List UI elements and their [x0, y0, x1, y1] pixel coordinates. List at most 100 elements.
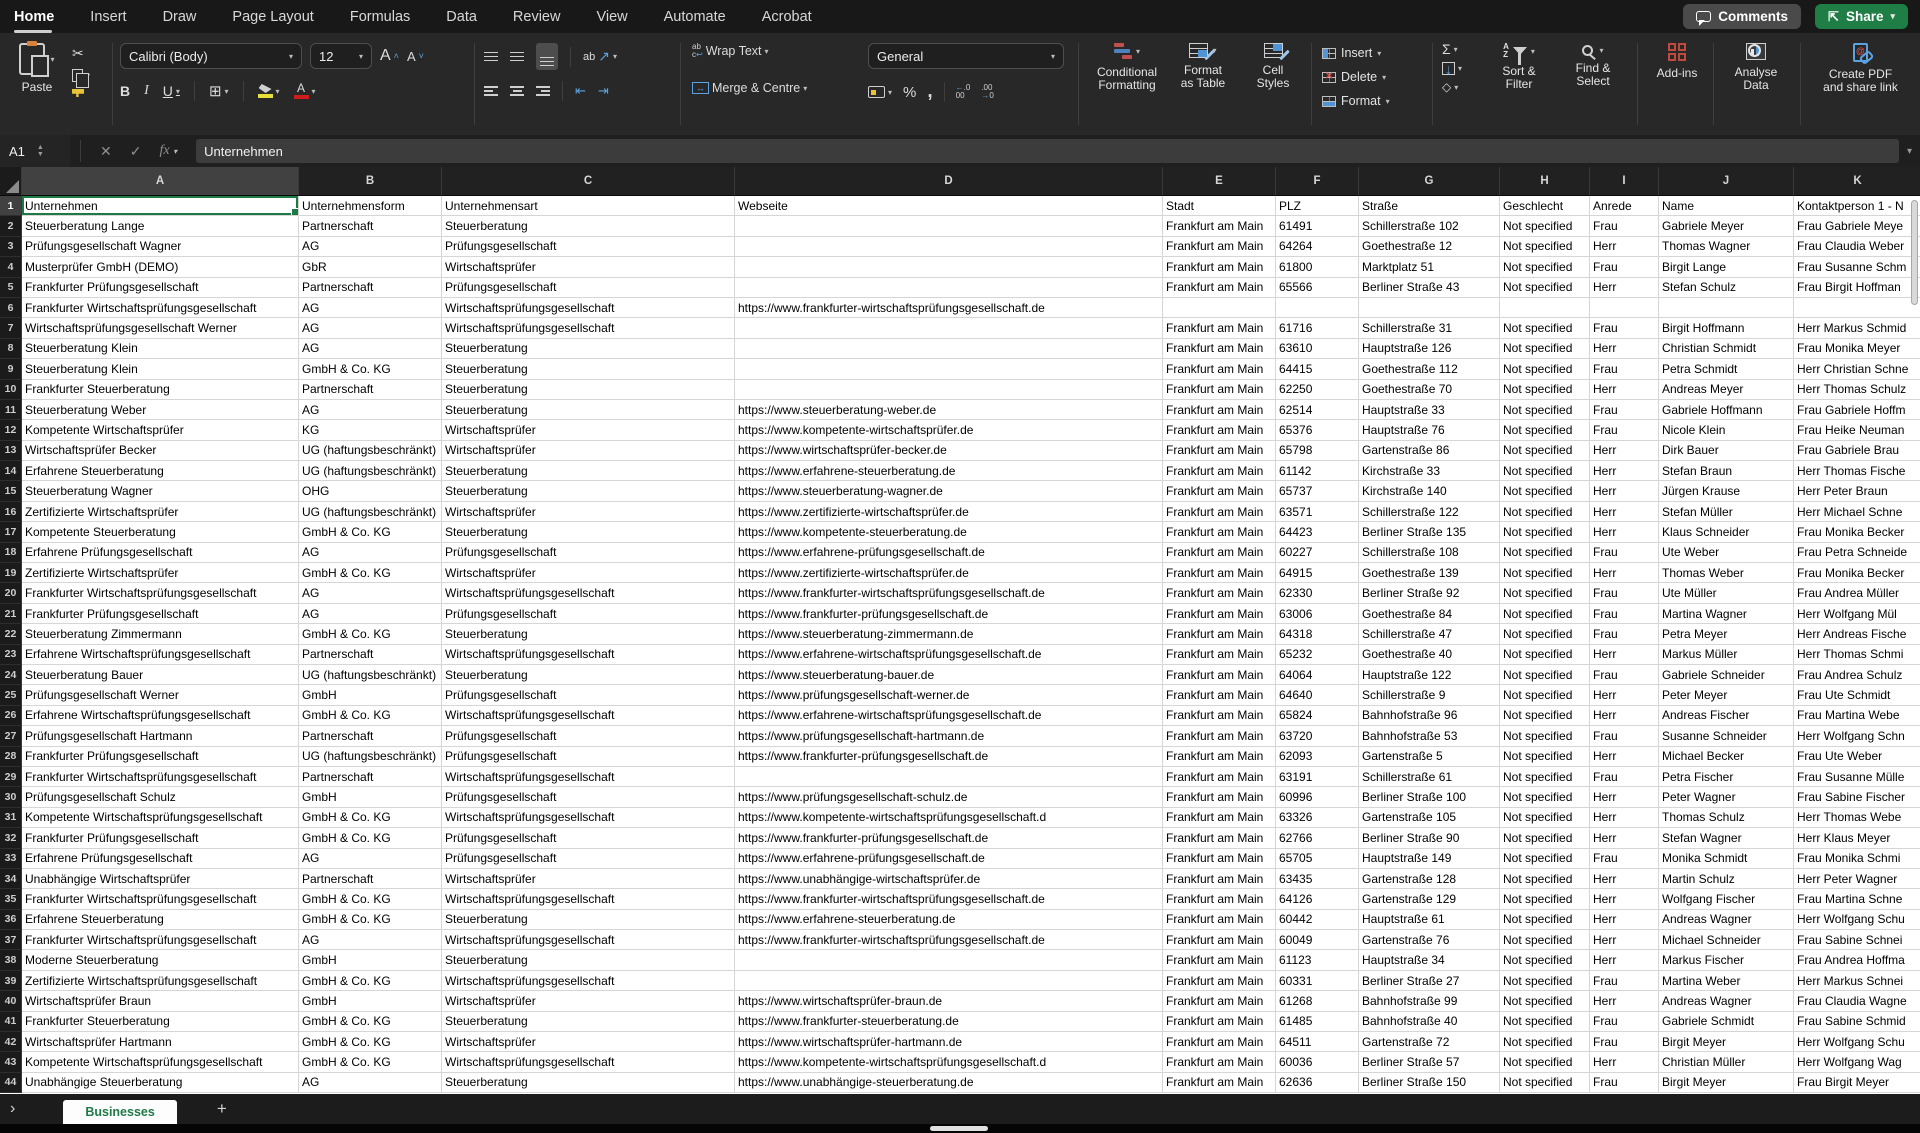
column-header-G[interactable]: G [1359, 167, 1500, 196]
cell-K42[interactable]: Herr Wolfgang Schu [1794, 1032, 1920, 1052]
cell-E23[interactable]: Frankfurt am Main [1163, 645, 1276, 665]
row-header-22[interactable]: 22 [0, 624, 22, 644]
cell-D34[interactable]: https://www.unabhängige-wirtschaftsprüfe… [735, 869, 1163, 889]
cell-A40[interactable]: Wirtschaftsprüfer Braun [22, 991, 299, 1011]
cell-D41[interactable]: https://www.frankfurter-steuerberatung.d… [735, 1012, 1163, 1032]
cell-D28[interactable]: https://www.frankfurter-prüfungsgesellsc… [735, 747, 1163, 767]
row-header-10[interactable]: 10 [0, 380, 22, 400]
format-cells-button[interactable]: Format▾ [1322, 89, 1428, 113]
cell-F32[interactable]: 62766 [1276, 828, 1359, 848]
cell-C35[interactable]: Wirtschaftsprüfungsgesellschaft [442, 889, 735, 909]
cell-I40[interactable]: Herr [1590, 991, 1659, 1011]
cell-I23[interactable]: Herr [1590, 645, 1659, 665]
column-header-H[interactable]: H [1500, 167, 1590, 196]
cell-H21[interactable]: Not specified [1500, 604, 1590, 624]
ribbon-tab-acrobat[interactable]: Acrobat [762, 9, 812, 25]
increase-font-button[interactable]: A˄ [380, 47, 399, 65]
cell-J42[interactable]: Birgit Meyer [1659, 1032, 1794, 1052]
cell-K21[interactable]: Herr Wolfgang Mül [1794, 604, 1920, 624]
row-header-33[interactable]: 33 [0, 849, 22, 869]
row-header-32[interactable]: 32 [0, 828, 22, 848]
delete-cells-button[interactable]: Delete▾ [1322, 65, 1428, 89]
row-header-44[interactable]: 44 [0, 1073, 22, 1093]
cell-K16[interactable]: Herr Michael Schne [1794, 502, 1920, 522]
cell-K13[interactable]: Frau Gabriele Brau [1794, 441, 1920, 461]
cell-C18[interactable]: Prüfungsgesellschaft [442, 543, 735, 563]
cell-H3[interactable]: Not specified [1500, 237, 1590, 257]
cell-C5[interactable]: Prüfungsgesellschaft [442, 278, 735, 298]
cell-J18[interactable]: Ute Weber [1659, 543, 1794, 563]
cell-E39[interactable]: Frankfurt am Main [1163, 971, 1276, 991]
cell-C40[interactable]: Wirtschaftsprüfer [442, 991, 735, 1011]
cell-K8[interactable]: Frau Monika Meyer [1794, 339, 1920, 359]
font-name-select[interactable]: Calibri (Body)▾ [120, 43, 302, 69]
cell-D19[interactable]: https://www.zertifizierte-wirtschaftsprü… [735, 563, 1163, 583]
cell-H41[interactable]: Not specified [1500, 1012, 1590, 1032]
cell-H42[interactable]: Not specified [1500, 1032, 1590, 1052]
row-header-41[interactable]: 41 [0, 1012, 22, 1032]
cell-E27[interactable]: Frankfurt am Main [1163, 726, 1276, 746]
cell-I39[interactable]: Frau [1590, 971, 1659, 991]
number-format-select[interactable]: General▾ [868, 43, 1064, 69]
cell-H32[interactable]: Not specified [1500, 828, 1590, 848]
cell-D5[interactable] [735, 278, 1163, 298]
sheet-tab-businesses[interactable]: Businesses [63, 1100, 176, 1124]
cell-C30[interactable]: Prüfungsgesellschaft [442, 787, 735, 807]
wrap-text-button[interactable]: abc↩ Wrap Text ▾ [692, 43, 769, 59]
increase-decimal-button[interactable]: .00→0 [981, 84, 993, 100]
cell-J44[interactable]: Birgit Meyer [1659, 1073, 1794, 1093]
cell-G38[interactable]: Hauptstraße 34 [1359, 950, 1500, 970]
merge-centre-button[interactable]: ↔ Merge & Centre ▾ [692, 81, 807, 95]
cell-I2[interactable]: Frau [1590, 216, 1659, 236]
cell-H6[interactable] [1500, 298, 1590, 318]
cell-D22[interactable]: https://www.steuerberatung-zimmermann.de [735, 624, 1163, 644]
cell-D32[interactable]: https://www.frankfurter-prüfungsgesellsc… [735, 828, 1163, 848]
cell-E25[interactable]: Frankfurt am Main [1163, 685, 1276, 705]
row-header-21[interactable]: 21 [0, 604, 22, 624]
cell-K4[interactable]: Frau Susanne Schm [1794, 257, 1920, 277]
cell-F44[interactable]: 62636 [1276, 1073, 1359, 1093]
cell-C2[interactable]: Steuerberatung [442, 216, 735, 236]
cell-A25[interactable]: Prüfungsgesellschaft Werner [22, 685, 299, 705]
cell-B3[interactable]: AG [299, 237, 442, 257]
cell-K6[interactable] [1794, 298, 1920, 318]
cell-B18[interactable]: AG [299, 543, 442, 563]
cell-A35[interactable]: Frankfurter Wirtschaftsprüfungsgesellsch… [22, 889, 299, 909]
column-header-E[interactable]: E [1163, 167, 1276, 196]
cell-H19[interactable]: Not specified [1500, 563, 1590, 583]
cell-D27[interactable]: https://www.prüfungsgesellschaft-hartman… [735, 726, 1163, 746]
cell-I1[interactable]: Anrede [1590, 196, 1659, 216]
cell-C4[interactable]: Wirtschaftsprüfer [442, 257, 735, 277]
select-all-corner[interactable] [0, 167, 22, 196]
row-header-7[interactable]: 7 [0, 318, 22, 338]
cell-G30[interactable]: Berliner Straße 100 [1359, 787, 1500, 807]
cell-I20[interactable]: Frau [1590, 583, 1659, 603]
cell-B11[interactable]: AG [299, 400, 442, 420]
cell-E3[interactable]: Frankfurt am Main [1163, 237, 1276, 257]
cell-D36[interactable]: https://www.erfahrene-steuerberatung.de [735, 910, 1163, 930]
cell-H13[interactable]: Not specified [1500, 441, 1590, 461]
cell-F7[interactable]: 61716 [1276, 318, 1359, 338]
cell-J12[interactable]: Nicole Klein [1659, 420, 1794, 440]
cell-G31[interactable]: Gartenstraße 105 [1359, 808, 1500, 828]
cell-E33[interactable]: Frankfurt am Main [1163, 849, 1276, 869]
ribbon-tab-home[interactable]: Home [14, 9, 54, 25]
cell-I33[interactable]: Frau [1590, 849, 1659, 869]
cell-I25[interactable]: Herr [1590, 685, 1659, 705]
cell-D10[interactable] [735, 380, 1163, 400]
row-header-20[interactable]: 20 [0, 583, 22, 603]
cell-G36[interactable]: Hauptstraße 61 [1359, 910, 1500, 930]
cell-I16[interactable]: Herr [1590, 502, 1659, 522]
cell-B29[interactable]: Partnerschaft [299, 767, 442, 787]
add-sheet-button[interactable]: + [217, 1099, 227, 1119]
cell-A7[interactable]: Wirtschaftsprüfungsgesellschaft Werner [22, 318, 299, 338]
cell-J16[interactable]: Stefan Müller [1659, 502, 1794, 522]
cell-G9[interactable]: Goethestraße 112 [1359, 359, 1500, 379]
cell-B42[interactable]: GmbH & Co. KG [299, 1032, 442, 1052]
cell-I35[interactable]: Herr [1590, 889, 1659, 909]
cell-H15[interactable]: Not specified [1500, 481, 1590, 501]
cell-A32[interactable]: Frankfurter Prüfungsgesellschaft [22, 828, 299, 848]
cell-B22[interactable]: GmbH & Co. KG [299, 624, 442, 644]
cell-E16[interactable]: Frankfurt am Main [1163, 502, 1276, 522]
name-box-stepper[interactable]: ▲▼ [37, 144, 44, 158]
